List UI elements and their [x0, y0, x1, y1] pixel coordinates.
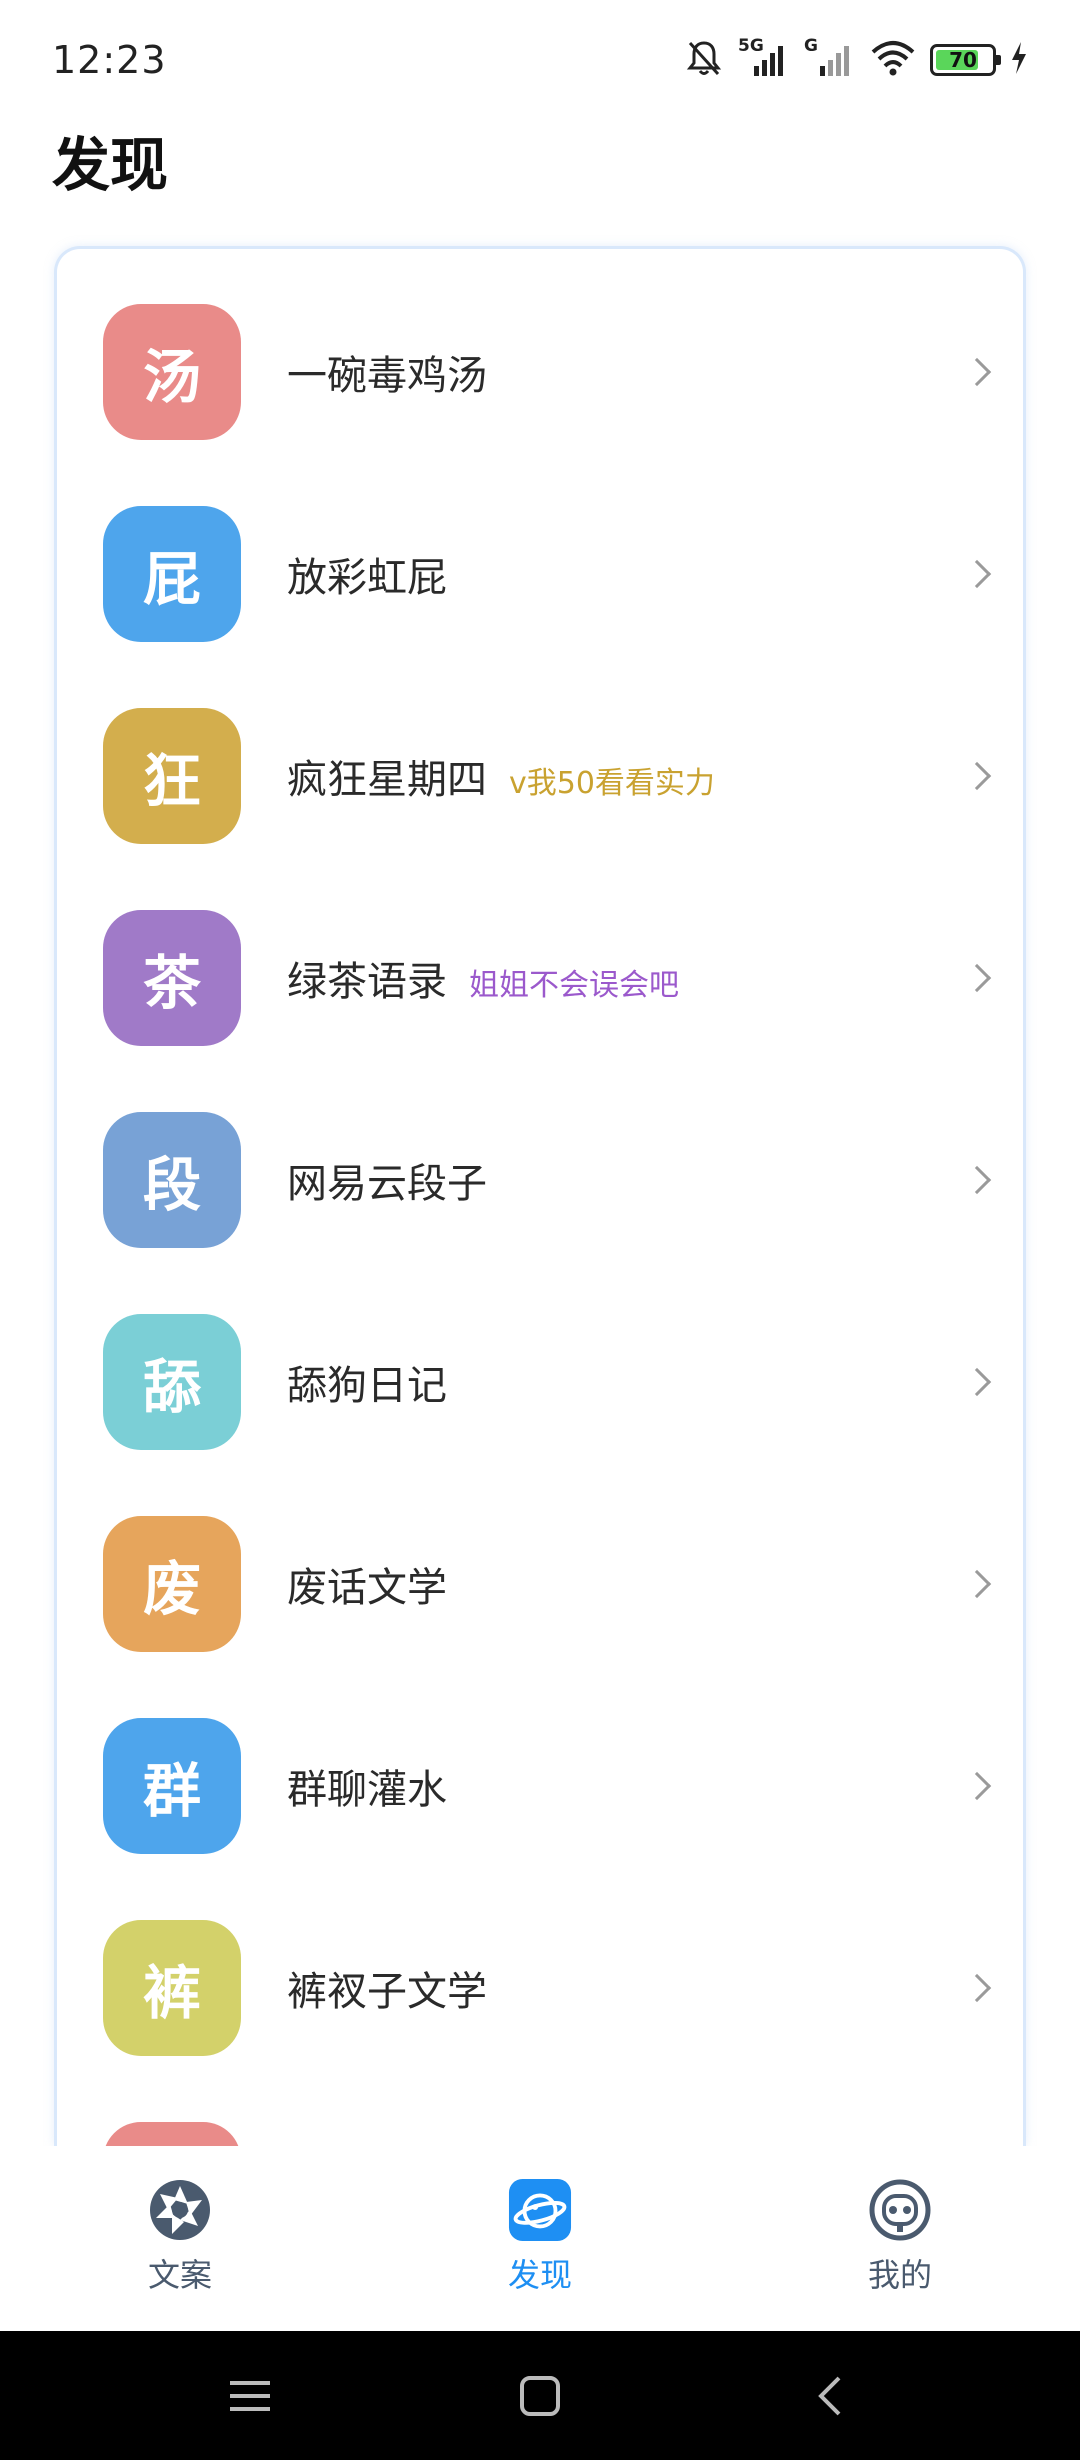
chevron-right-icon: [962, 761, 992, 791]
item-title: 一碗毒鸡汤: [287, 353, 487, 399]
status-bar: 12:23 5G G 70: [0, 0, 1080, 120]
wifi-icon: [870, 40, 916, 80]
discover-list-card: 汤 一碗毒鸡汤 屁 放彩虹屁 狂 疯狂星期四 v我50看看实力 茶 绿茶语录 姐…: [54, 246, 1026, 2146]
item-badge: 群: [103, 1718, 241, 1854]
chevron-right-icon: [962, 1569, 992, 1599]
battery-icon: 70: [930, 44, 1001, 76]
list-item-group-chat[interactable]: 群 群聊灌水: [57, 1685, 1023, 1887]
status-icons: 5G G 70: [684, 36, 1028, 82]
nav-label: 我的: [867, 2256, 932, 2294]
system-nav-bar: [0, 2331, 1080, 2460]
planet-icon: [508, 2178, 572, 2242]
nav-tab-mine[interactable]: 我的: [720, 2146, 1080, 2331]
cell-signal-g-icon: G: [804, 36, 856, 78]
item-badge: 狂: [103, 708, 241, 844]
item-title: 绿茶语录: [287, 959, 447, 1005]
list-item-rainbow[interactable]: 屁 放彩虹屁: [57, 473, 1023, 675]
list-item-netease-jokes[interactable]: 段 网易云段子: [57, 1079, 1023, 1281]
chevron-right-icon: [962, 1973, 992, 2003]
chevron-right-icon: [962, 1367, 992, 1397]
robot-face-icon: [868, 2178, 932, 2242]
item-subtitle: 姐姐不会误会吧: [469, 968, 679, 1003]
bottom-nav: 文案 发现 我的: [0, 2146, 1080, 2331]
battery-level: 70: [949, 48, 977, 72]
item-badge: 废: [103, 1516, 241, 1652]
charging-bolt-icon: [1010, 41, 1028, 79]
item-subtitle: v我50看看实力: [509, 766, 715, 801]
chevron-right-icon: [962, 963, 992, 993]
item-title: 裤衩子文学: [287, 1969, 487, 2015]
menu-icon[interactable]: [220, 2366, 280, 2426]
list-item-simp-diary[interactable]: 舔 舔狗日记: [57, 1281, 1023, 1483]
item-badge: 汤: [103, 304, 241, 440]
nav-label: 发现: [507, 2256, 572, 2294]
cell-signal-5g-icon: 5G: [738, 36, 790, 78]
status-time: 12:23: [52, 38, 167, 82]
network-type-label: 5G: [738, 36, 764, 56]
home-icon[interactable]: [510, 2366, 570, 2426]
item-title: 群聊灌水: [287, 1767, 447, 1813]
item-badge: 屁: [103, 506, 241, 642]
nav-tab-discover[interactable]: 发现: [360, 2146, 720, 2331]
bell-muted-icon: [684, 38, 724, 82]
chevron-right-icon: [962, 559, 992, 589]
nav-label: 文案: [147, 2256, 212, 2294]
page-title: 发现: [52, 131, 169, 199]
list-item-soup[interactable]: 汤 一碗毒鸡汤: [57, 271, 1023, 473]
item-title: 网易云段子: [287, 1161, 487, 1207]
item-badge: 段: [103, 1112, 241, 1248]
item-title: 放彩虹屁: [287, 555, 447, 601]
aperture-icon: [148, 2178, 212, 2242]
chevron-right-icon: [962, 357, 992, 387]
item-title: 舔狗日记: [287, 1363, 447, 1409]
list-item-nonsense-literature[interactable]: 废 废话文学: [57, 1483, 1023, 1685]
item-title: 疯狂星期四: [287, 757, 487, 803]
list-item-green-tea[interactable]: 茶 绿茶语录 姐姐不会误会吧: [57, 877, 1023, 1079]
chevron-right-icon: [962, 1771, 992, 1801]
item-badge: 裤: [103, 1920, 241, 2056]
nav-tab-copywriting[interactable]: 文案: [0, 2146, 360, 2331]
item-badge: 茶: [103, 910, 241, 1046]
back-icon[interactable]: [800, 2366, 860, 2426]
chevron-right-icon: [962, 1165, 992, 1195]
list-item-underpants-literature[interactable]: 裤 裤衩子文学: [57, 1887, 1023, 2089]
list-item-crazy-thursday[interactable]: 狂 疯狂星期四 v我50看看实力: [57, 675, 1023, 877]
item-badge: 舔: [103, 1314, 241, 1450]
network-type-label-2: G: [804, 36, 818, 56]
item-badge: [103, 2122, 241, 2146]
list-item-partial[interactable]: [57, 2089, 1023, 2146]
item-title: 废话文学: [287, 1565, 447, 1611]
